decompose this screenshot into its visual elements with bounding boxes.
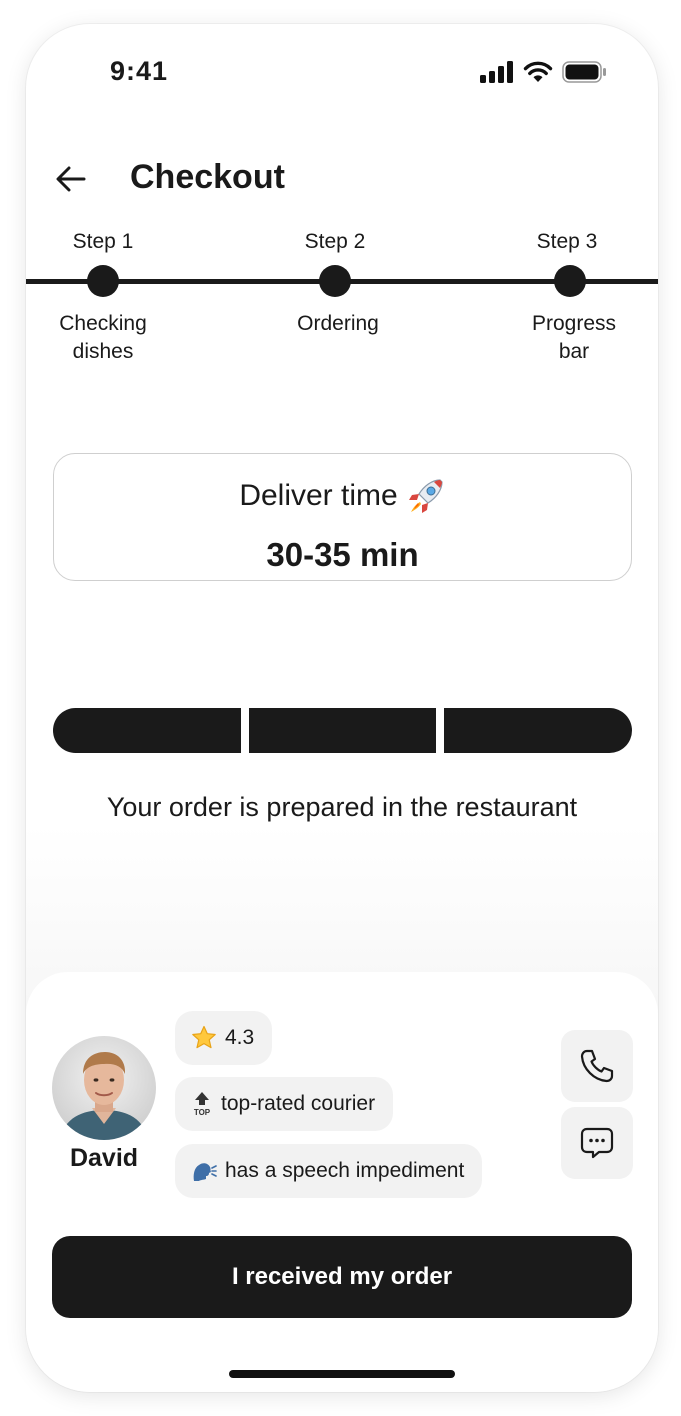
star-icon — [191, 1025, 217, 1051]
progress-segment — [53, 708, 241, 753]
progress-segment — [444, 708, 633, 753]
order-status-text: Your order is prepared in the restaurant — [106, 792, 578, 822]
step-caption-line: bar — [558, 340, 590, 363]
step-caption-line: Ordering — [297, 312, 379, 335]
step-dot — [87, 265, 119, 297]
step-dot — [319, 265, 351, 297]
badge-text: top-rated courier — [221, 1092, 376, 1115]
home-indicator[interactable] — [229, 1370, 455, 1378]
courier-avatar — [52, 1036, 156, 1140]
rating-value: 4.3 — [225, 1026, 255, 1049]
phone-icon — [580, 1049, 614, 1083]
step-label: Step 3 — [536, 230, 598, 253]
step-caption: Progress bar — [499, 310, 649, 366]
badge-text: has a speech impediment — [225, 1159, 465, 1182]
chat-icon — [580, 1127, 614, 1159]
courier-name: David — [69, 1144, 139, 1172]
svg-text:TOP: TOP — [194, 1108, 211, 1117]
delivery-time-card: Deliver time 30-35 min — [53, 453, 632, 581]
rocket-icon — [408, 479, 443, 513]
chat-courier-button[interactable] — [561, 1107, 633, 1179]
progress-segment — [248, 708, 437, 753]
wifi-icon — [523, 61, 553, 82]
courier-card: David 4.3 TOP top-rated courier has a sp… — [26, 972, 658, 1392]
phone-screen: 9:41 Checkout Step 1 Checking dishes Ste… — [26, 24, 658, 1392]
speaking-head-icon — [191, 1159, 217, 1183]
step-label: Step 1 — [72, 230, 134, 253]
battery-icon — [562, 61, 606, 83]
status-icons — [480, 61, 608, 83]
status-time: 9:41 — [110, 56, 169, 86]
step-caption-line: dishes — [72, 340, 134, 363]
step-caption: Ordering — [263, 310, 413, 338]
page-title: Checkout — [130, 158, 285, 196]
step-caption-line: Progress — [531, 312, 617, 335]
step-dot — [554, 265, 586, 297]
order-progress-bar — [53, 708, 633, 753]
step-label: Step 2 — [304, 230, 366, 253]
arrow-left-icon — [56, 166, 86, 192]
step-caption-line: Checking — [59, 312, 147, 335]
delivery-time-label: Deliver time — [239, 479, 398, 512]
top-arrow-icon: TOP — [191, 1091, 213, 1117]
cellular-signal-icon — [480, 61, 513, 83]
back-button[interactable] — [54, 162, 88, 196]
delivery-time-title: Deliver time — [54, 476, 631, 516]
delivery-time-value: 30-35 min — [266, 536, 419, 573]
rating-badge: 4.3 — [175, 1011, 273, 1065]
received-order-button[interactable]: I received my order — [52, 1236, 632, 1318]
call-courier-button[interactable] — [561, 1030, 633, 1102]
step-caption: Checking dishes — [28, 310, 178, 366]
top-rated-badge: TOP top-rated courier — [175, 1077, 394, 1131]
speech-badge: has a speech impediment — [175, 1144, 483, 1198]
